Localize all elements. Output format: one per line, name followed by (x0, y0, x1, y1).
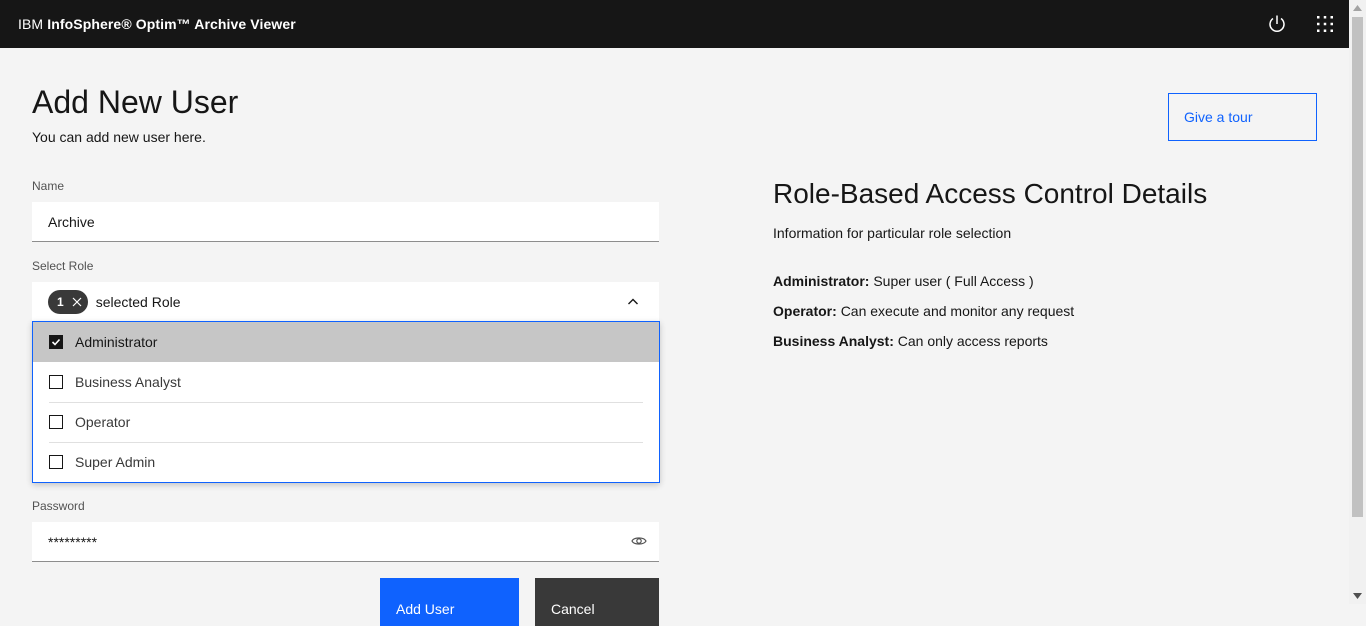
selected-count-tag[interactable]: 1 (48, 290, 88, 314)
role-option-super-admin[interactable]: Super Admin (33, 442, 659, 482)
role-placeholder: selected Role (95, 294, 181, 310)
rbac-role: Administrator: (773, 273, 870, 289)
password-input[interactable]: ********* (32, 522, 659, 562)
role-option-label: Operator (75, 414, 131, 430)
chevron-up-icon[interactable] (627, 295, 639, 313)
rbac-role: Operator: (773, 303, 837, 319)
brand-name: InfoSphere® Optim™ Archive Viewer (47, 16, 296, 32)
power-icon[interactable] (1253, 0, 1301, 48)
vertical-scrollbar[interactable] (1349, 0, 1366, 604)
rbac-desc: Can only access reports (897, 333, 1048, 349)
scrollbar-thumb[interactable] (1352, 17, 1363, 517)
cancel-button[interactable]: Cancel (535, 578, 659, 626)
rbac-desc: Super user ( Full Access ) (873, 273, 1034, 289)
password-label: Password (32, 499, 85, 513)
checkbox-icon[interactable] (49, 455, 63, 469)
checkbox-icon[interactable] (49, 415, 63, 429)
role-option-label: Super Admin (75, 454, 156, 470)
app-header: IBM InfoSphere® Optim™ Archive Viewer (0, 0, 1349, 48)
role-option-label: Administrator (75, 334, 158, 350)
role-option-label: Business Analyst (75, 374, 181, 390)
selected-count: 1 (57, 295, 64, 309)
add-user-button[interactable]: Add User (380, 578, 519, 626)
role-option-business-analyst[interactable]: Business Analyst (33, 362, 659, 402)
password-value: ********* (48, 533, 98, 550)
role-label: Select Role (32, 259, 94, 273)
rbac-subtitle: Information for particular role selectio… (773, 225, 1012, 241)
name-value: Archive (48, 213, 95, 230)
rbac-item-business-analyst: Business Analyst: Can only access report… (773, 333, 1048, 349)
option-divider (49, 442, 643, 443)
scroll-up-icon[interactable] (1353, 5, 1362, 11)
rbac-role: Business Analyst: (773, 333, 894, 349)
give-tour-button[interactable]: Give a tour (1168, 93, 1317, 141)
page-title: Add New User (32, 84, 239, 120)
role-listbox: Administrator Business Analyst Operator … (32, 321, 660, 483)
rbac-item-operator: Operator: Can execute and monitor any re… (773, 303, 1074, 319)
scroll-down-icon[interactable] (1353, 593, 1362, 599)
rbac-title: Role-Based Access Control Details (773, 178, 1208, 209)
page-subtitle: You can add new user here. (32, 129, 206, 145)
option-divider (49, 402, 643, 403)
name-label: Name (32, 179, 65, 193)
checkbox-checked-icon[interactable] (49, 335, 63, 349)
rbac-item-administrator: Administrator: Super user ( Full Access … (773, 273, 1034, 289)
rbac-desc: Can execute and monitor any request (840, 303, 1075, 319)
brand-prefix: IBM (18, 16, 44, 32)
app-switcher-icon[interactable] (1301, 0, 1349, 48)
role-option-administrator[interactable]: Administrator (33, 322, 659, 362)
clear-selection-icon[interactable] (72, 297, 82, 307)
role-multiselect[interactable]: 1 selected Role (32, 282, 659, 322)
name-input[interactable]: Archive (32, 202, 659, 242)
checkbox-icon[interactable] (49, 375, 63, 389)
role-option-operator[interactable]: Operator (33, 402, 659, 442)
app-brand[interactable]: IBM InfoSphere® Optim™ Archive Viewer (18, 16, 296, 32)
show-password-icon[interactable] (631, 534, 647, 551)
